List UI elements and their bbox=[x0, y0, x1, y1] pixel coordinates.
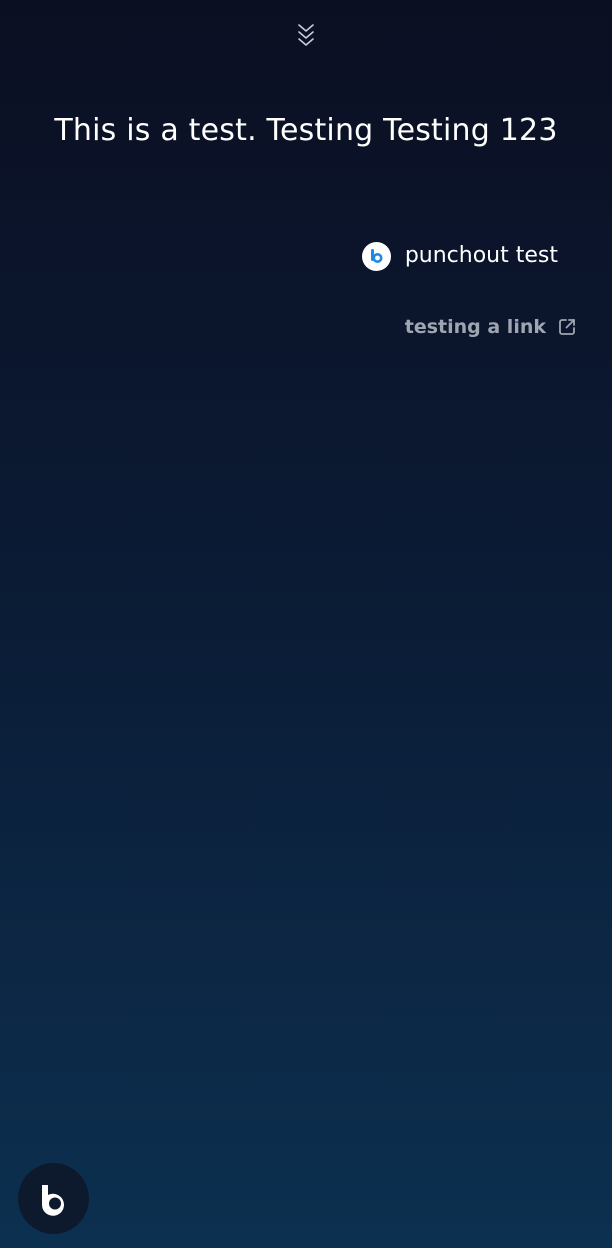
bixby-assistant-button[interactable] bbox=[18, 1163, 89, 1234]
punchout-label: punchout test bbox=[404, 243, 558, 268]
collapse-button[interactable] bbox=[291, 18, 321, 52]
double-chevron-down-icon bbox=[298, 24, 314, 46]
link-label: testing a link bbox=[404, 316, 546, 338]
response-text: This is a test. Testing Testing 123 bbox=[54, 113, 558, 148]
external-link[interactable]: testing a link bbox=[405, 311, 578, 343]
bixby-app-icon bbox=[361, 241, 391, 271]
punchout-button[interactable]: punchout test bbox=[361, 235, 558, 277]
external-link-icon bbox=[556, 316, 578, 338]
bixby-logo-icon bbox=[41, 1184, 64, 1216]
